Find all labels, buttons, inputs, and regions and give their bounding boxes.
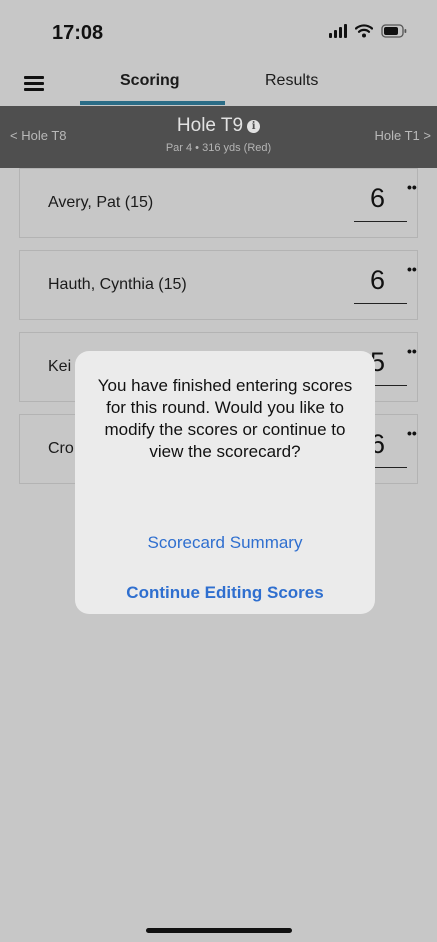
- player-row[interactable]: Avery, Pat (15) 6 ••: [19, 168, 418, 238]
- status-bar: 17:08: [0, 0, 437, 60]
- cellular-signal-icon: [329, 24, 347, 38]
- status-icons: [329, 24, 407, 38]
- more-options-icon[interactable]: ••: [407, 425, 417, 441]
- battery-icon: [381, 24, 407, 38]
- scorecard-summary-button[interactable]: Scorecard Summary: [75, 533, 375, 553]
- active-tab-indicator: [80, 101, 225, 105]
- tab-scoring[interactable]: Scoring: [120, 72, 180, 90]
- player-score[interactable]: 6: [370, 183, 385, 214]
- wifi-icon: [355, 24, 373, 38]
- more-options-icon[interactable]: ••: [407, 343, 417, 359]
- next-hole-link[interactable]: Hole T1 >: [375, 128, 432, 143]
- round-finished-alert: You have finished entering scores for th…: [75, 351, 375, 614]
- player-name: Hauth, Cynthia (15): [48, 276, 187, 293]
- alert-message: You have finished entering scores for th…: [97, 376, 353, 461]
- player-score[interactable]: 6: [370, 265, 385, 296]
- player-row[interactable]: Hauth, Cynthia (15) 6 ••: [19, 250, 418, 320]
- home-indicator[interactable]: [146, 928, 292, 933]
- tab-results[interactable]: Results: [265, 72, 318, 90]
- player-name: Kei: [48, 358, 72, 375]
- more-options-icon[interactable]: ••: [407, 179, 417, 195]
- hamburger-menu-icon[interactable]: [24, 76, 44, 92]
- hole-title-text: Hole T9: [176, 115, 244, 136]
- more-options-icon[interactable]: ••: [407, 261, 417, 277]
- nav-bar: Scoring Results: [0, 60, 437, 106]
- status-time: 17:08: [52, 22, 104, 44]
- info-icon[interactable]: i: [247, 120, 261, 133]
- score-underline: [354, 221, 407, 222]
- hole-title: Hole T9 i: [0, 115, 437, 137]
- continue-editing-button[interactable]: Continue Editing Scores: [75, 583, 375, 603]
- hole-header: < Hole T8 Hole T9 i Par 4 • 316 yds (Red)…: [0, 106, 437, 168]
- player-name: Cro: [48, 440, 74, 457]
- hole-subtitle: Par 4 • 316 yds (Red): [165, 142, 272, 154]
- player-name: Avery, Pat (15): [48, 194, 154, 211]
- score-underline: [354, 303, 407, 304]
